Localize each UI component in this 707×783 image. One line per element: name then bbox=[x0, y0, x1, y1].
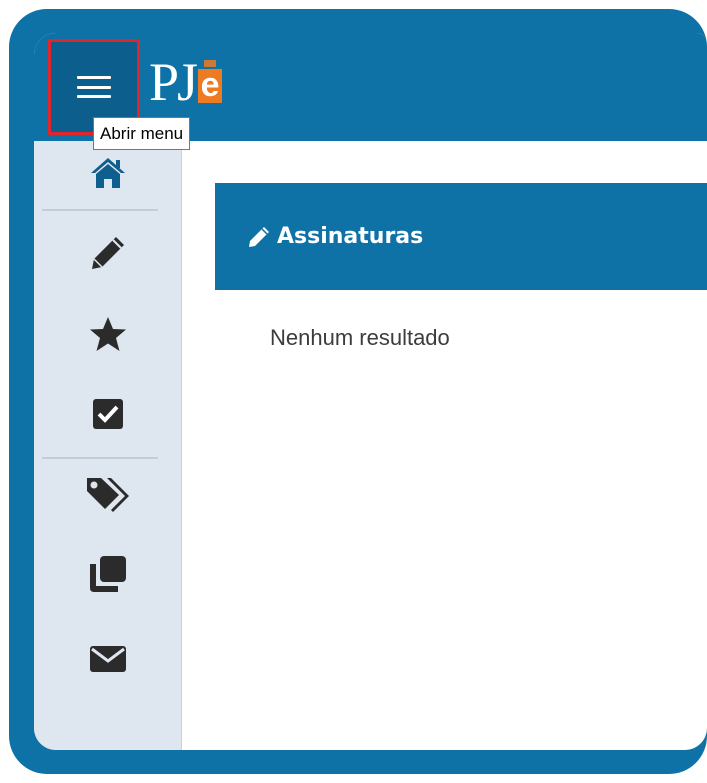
panel-title: Assinaturas bbox=[277, 224, 424, 249]
copy-icon bbox=[90, 556, 126, 592]
sidebar-divider bbox=[42, 457, 158, 459]
logo-e-letter: e bbox=[200, 66, 220, 104]
menu-tooltip: Abrir menu bbox=[93, 117, 191, 150]
sidebar-item-home[interactable] bbox=[34, 143, 182, 203]
pje-logo: PJ e bbox=[149, 49, 223, 112]
star-icon bbox=[90, 317, 126, 351]
sidebar-item-tags[interactable] bbox=[34, 464, 182, 524]
tags-icon bbox=[87, 478, 129, 512]
pencil-icon bbox=[249, 226, 269, 247]
sidebar bbox=[34, 141, 182, 750]
sidebar-item-messages[interactable] bbox=[34, 629, 182, 689]
panel-header: Assinaturas bbox=[215, 183, 707, 290]
pencil-icon bbox=[92, 237, 124, 269]
logo-text: PJ bbox=[149, 52, 198, 112]
sidebar-divider bbox=[42, 209, 158, 211]
hamburger-icon bbox=[77, 76, 111, 98]
sidebar-item-favorites[interactable] bbox=[34, 304, 182, 364]
sidebar-item-tasks[interactable] bbox=[34, 384, 182, 444]
checkbox-icon bbox=[93, 399, 123, 429]
home-icon bbox=[91, 158, 125, 188]
envelope-icon bbox=[90, 646, 126, 672]
sidebar-item-documents[interactable] bbox=[34, 544, 182, 604]
content-top-strip bbox=[182, 141, 707, 183]
empty-results-message: Nenhum resultado bbox=[270, 325, 450, 350]
sidebar-item-signatures[interactable] bbox=[34, 223, 182, 283]
logo-e-mark: e bbox=[198, 60, 223, 104]
